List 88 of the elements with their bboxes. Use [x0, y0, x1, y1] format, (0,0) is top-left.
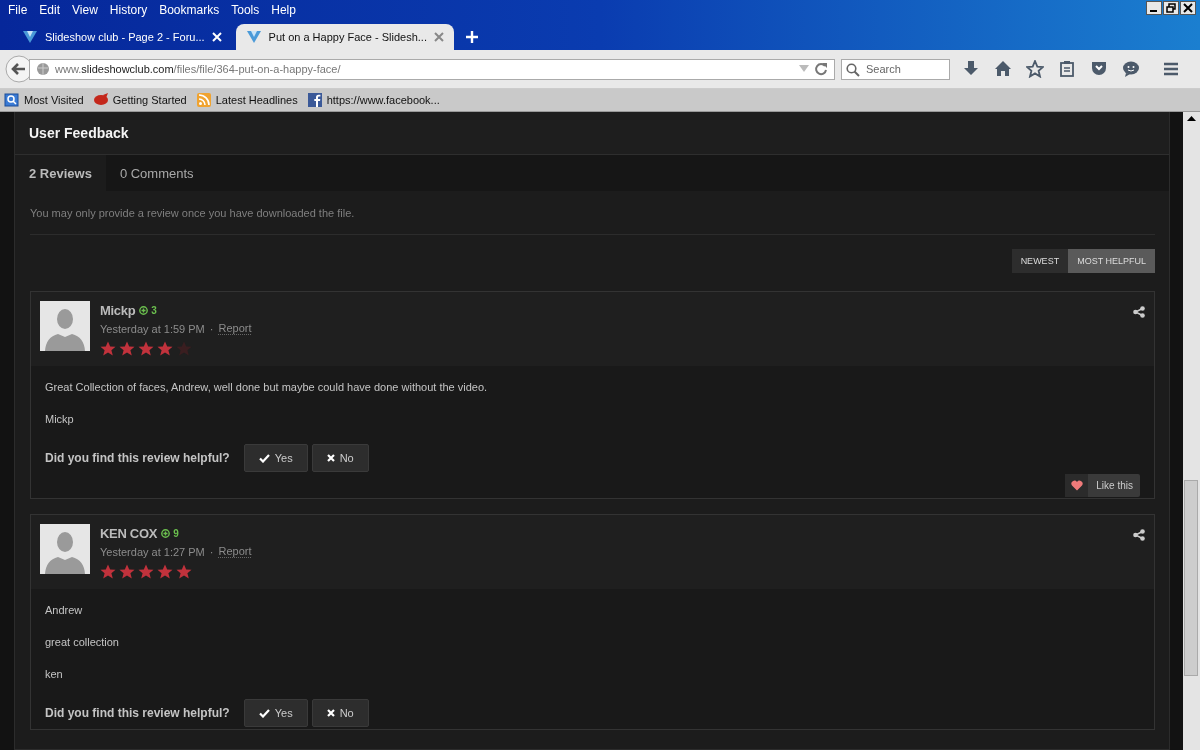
feedback-tab[interactable]: 0 Comments — [105, 155, 208, 191]
menu-item[interactable]: Help — [265, 2, 302, 17]
scrollbar[interactable] — [1183, 112, 1200, 750]
globe-icon — [36, 62, 50, 76]
restore-icon[interactable] — [1163, 1, 1179, 15]
plus-circle-icon — [139, 305, 149, 315]
like-button[interactable]: Like this — [1065, 474, 1140, 497]
review-text: Great Collection of faces, Andrew, well done but maybe could have done without the video. — [45, 380, 489, 395]
search-icon — [846, 62, 860, 77]
reputation-count: 9 — [173, 527, 179, 539]
yes-button[interactable]: Yes — [243, 699, 308, 727]
menu-item[interactable]: Edit — [33, 2, 67, 17]
separator-dot: · — [209, 545, 214, 558]
menu-icon[interactable] — [1162, 60, 1180, 78]
bookmark-link[interactable]: Most Visited — [4, 92, 84, 108]
bookmark-link[interactable]: Latest Headlines — [195, 92, 298, 108]
separator-dot: · — [209, 322, 214, 335]
yes-button[interactable]: Yes — [243, 444, 308, 472]
plus-circle-icon — [161, 528, 171, 538]
review-time: Yesterday at 1:59 PM — [100, 322, 205, 335]
helpful-question: Did you find this review helpful? — [45, 706, 230, 720]
menu-item[interactable]: Tools — [225, 2, 266, 17]
folder-icon — [4, 92, 20, 108]
author-name[interactable]: Mickp — [100, 302, 136, 318]
star-icon — [119, 341, 135, 356]
star-icon — [119, 564, 135, 579]
star-icon[interactable] — [1026, 60, 1044, 78]
menu-item[interactable]: File — [2, 2, 34, 17]
review-text: great collection — [45, 635, 120, 650]
star-icon — [138, 564, 154, 579]
no-button[interactable]: No — [311, 699, 369, 727]
helpful-question: Did you find this review helpful? — [45, 451, 230, 465]
star-icon — [100, 341, 116, 356]
reputation-count: 3 — [151, 304, 157, 316]
star-icon — [138, 341, 154, 356]
search-field[interactable]: Search — [841, 58, 950, 80]
report-link[interactable]: Report — [218, 545, 252, 558]
share-icon[interactable] — [1133, 529, 1145, 541]
chat-icon[interactable] — [1122, 60, 1140, 78]
section-title: User Feedback — [29, 125, 129, 141]
heart-icon — [1070, 480, 1083, 491]
menu-item[interactable]: Bookmarks — [153, 2, 226, 17]
review-text: Mickp — [45, 412, 75, 427]
x-icon — [326, 454, 335, 462]
home-icon[interactable] — [994, 60, 1012, 78]
mascot-icon — [92, 92, 109, 108]
clipboard-icon[interactable] — [1058, 60, 1076, 78]
menu-item[interactable]: History — [103, 2, 154, 17]
review-text: ken — [45, 667, 64, 682]
rss-feed-icon — [195, 92, 212, 108]
browser-tab[interactable]: Slideshow club - Page 2 - Foru... — [16, 24, 230, 50]
site-logo-icon — [22, 30, 38, 44]
review-text: Andrew — [45, 603, 84, 618]
tab-title: Slideshow club - Page 2 - Foru... — [45, 31, 205, 43]
minimize-icon[interactable] — [1146, 1, 1162, 15]
scroll-up-icon[interactable] — [1187, 116, 1196, 121]
bookmark-link[interactable]: Getting Started — [92, 92, 187, 108]
share-icon[interactable] — [1133, 306, 1145, 318]
author-name[interactable]: KEN COX — [100, 525, 158, 541]
reload-icon[interactable] — [814, 62, 828, 76]
close-icon[interactable] — [1180, 1, 1196, 15]
check-icon — [258, 453, 270, 463]
star-icon — [157, 341, 173, 356]
sort-button[interactable]: MOST HELPFUL — [1068, 249, 1155, 273]
report-link[interactable]: Report — [218, 322, 252, 335]
address-field[interactable]: www.slideshowclub.com/files/file/364-put-on-a-happy-face/ — [29, 58, 835, 80]
site-logo-icon — [245, 30, 262, 44]
empty-star-icon — [176, 341, 192, 356]
star-icon — [157, 564, 173, 579]
pocket-icon[interactable] — [1090, 60, 1108, 78]
tab-title: Put on a Happy Face - Slidesh... — [268, 31, 427, 43]
x-icon — [326, 709, 335, 717]
menu-item[interactable]: View — [66, 2, 104, 17]
no-button[interactable]: No — [311, 444, 369, 472]
star-icon — [100, 564, 116, 579]
sort-button[interactable]: NEWEST — [1011, 249, 1069, 273]
star-icon — [176, 564, 192, 579]
review-time: Yesterday at 1:27 PM — [100, 545, 205, 558]
check-icon — [258, 708, 270, 718]
feedback-tab[interactable]: 2 Reviews — [15, 155, 106, 191]
scrollbar-thumb[interactable] — [1184, 480, 1198, 676]
bookmark-link[interactable]: https://www.facebook... — [306, 92, 440, 108]
notice-text: You may only provide a review once you have downloaded the file. — [30, 191, 1155, 235]
download-icon[interactable] — [962, 60, 980, 78]
new-tab-icon[interactable] — [465, 31, 478, 43]
facebook-icon — [306, 92, 323, 108]
browser-tab[interactable]: Put on a Happy Face - Slidesh... — [235, 24, 454, 50]
url-text: www.slideshowclub.com/files/file/364-put-on-a-happy-face/ — [55, 63, 342, 75]
